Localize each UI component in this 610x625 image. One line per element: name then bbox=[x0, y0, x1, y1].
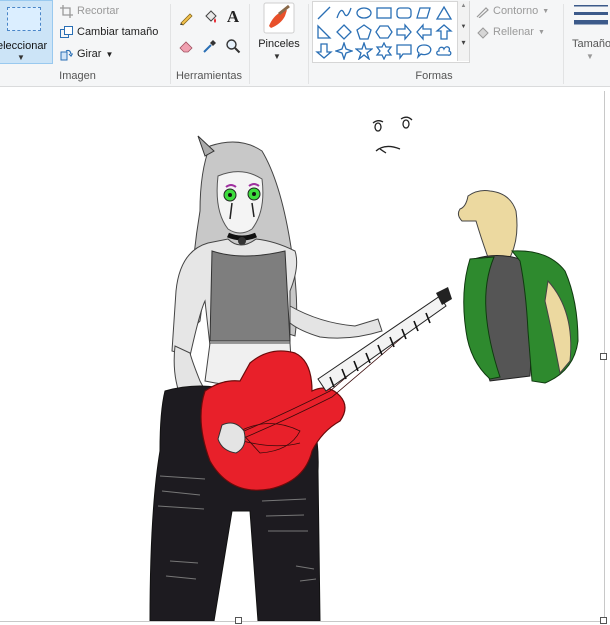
selection-icon bbox=[7, 7, 41, 31]
chevron-down-icon[interactable]: ▼ bbox=[105, 50, 113, 59]
rectangle-shape-icon[interactable] bbox=[375, 4, 393, 22]
workspace bbox=[0, 87, 610, 625]
canvas-resize-handle-right[interactable] bbox=[600, 353, 607, 360]
pencil-tool[interactable] bbox=[177, 9, 195, 27]
oval-shape-icon[interactable] bbox=[355, 4, 373, 22]
eraser-tool[interactable] bbox=[177, 37, 195, 55]
artwork-drawing bbox=[149, 116, 579, 622]
resize-label: Cambiar tamaño bbox=[77, 26, 159, 38]
shapes-scrollbar[interactable]: ▲ ▼ ▾ bbox=[457, 1, 469, 61]
size-label: Tamaño bbox=[572, 38, 610, 50]
scroll-up-icon[interactable]: ▲ bbox=[458, 3, 469, 9]
brushes-label: Pinceles bbox=[258, 38, 300, 50]
eraser-icon bbox=[179, 41, 193, 53]
magnifier-icon bbox=[226, 39, 241, 54]
line-shape-icon[interactable] bbox=[315, 4, 333, 22]
ribbon: eleccionar ▼ Recortar Cambiar tamaño Gir… bbox=[0, 0, 610, 87]
fill-button[interactable]: Rellenar ▼ bbox=[476, 23, 545, 41]
up-arrow-shape-icon[interactable] bbox=[435, 23, 453, 41]
shapes-gallery bbox=[312, 1, 470, 63]
brushes-button[interactable]: Pinceles ▼ bbox=[255, 0, 303, 64]
image-group-label: Imagen bbox=[59, 70, 96, 82]
rect-callout-shape-icon[interactable] bbox=[395, 42, 413, 60]
group-divider bbox=[170, 4, 171, 84]
left-arrow-shape-icon[interactable] bbox=[415, 23, 433, 41]
select-label: eleccionar bbox=[0, 40, 48, 52]
outline-label: Contorno bbox=[493, 5, 539, 17]
curve-shape-icon[interactable] bbox=[335, 4, 353, 22]
line-size-icon bbox=[574, 5, 608, 25]
crop-label: Recortar bbox=[77, 5, 120, 17]
tools-group-label: Herramientas bbox=[175, 70, 243, 82]
outline-button[interactable]: Contorno ▼ bbox=[476, 2, 549, 20]
down-arrow-shape-icon[interactable] bbox=[315, 42, 333, 60]
canvas-resize-handle-bottom[interactable] bbox=[235, 617, 242, 624]
rounded-rectangle-shape-icon[interactable] bbox=[395, 4, 413, 22]
triangle-shape-icon[interactable] bbox=[435, 4, 453, 22]
size-button[interactable]: Tamaño ▼ bbox=[568, 0, 610, 64]
resize-button[interactable]: Cambiar tamaño bbox=[60, 23, 158, 41]
text-tool[interactable]: A bbox=[224, 7, 242, 26]
group-divider bbox=[249, 4, 250, 84]
fill-label: Rellenar bbox=[493, 26, 534, 38]
diamond-shape-icon[interactable] bbox=[335, 23, 353, 41]
resize-icon bbox=[60, 25, 73, 38]
chevron-down-icon[interactable]: ▼ bbox=[586, 52, 594, 61]
five-point-star-shape-icon[interactable] bbox=[355, 42, 373, 60]
right-arrow-shape-icon[interactable] bbox=[395, 23, 413, 41]
group-divider bbox=[563, 4, 564, 84]
expand-gallery-icon[interactable]: ▾ bbox=[458, 38, 469, 47]
scroll-down-icon[interactable]: ▼ bbox=[458, 24, 469, 30]
crop-icon bbox=[60, 4, 73, 18]
text-icon: A bbox=[226, 7, 240, 26]
six-point-star-shape-icon[interactable] bbox=[375, 42, 393, 60]
magnifier-tool[interactable] bbox=[224, 37, 242, 55]
polygon-shape-icon[interactable] bbox=[415, 4, 433, 22]
sketch-faces bbox=[372, 116, 413, 154]
hexagon-shape-icon[interactable] bbox=[375, 23, 393, 41]
pencil-icon bbox=[180, 13, 193, 26]
chevron-down-icon[interactable]: ▼ bbox=[273, 52, 281, 61]
color-picker-tool[interactable] bbox=[201, 37, 219, 55]
crop-button[interactable]: Recortar bbox=[60, 2, 119, 20]
right-triangle-shape-icon[interactable] bbox=[315, 23, 333, 41]
fill-icon bbox=[477, 26, 489, 39]
outline-icon bbox=[476, 6, 489, 18]
rotate-icon bbox=[60, 49, 73, 60]
color-picker-icon bbox=[203, 40, 216, 53]
canvas-resize-handle-corner[interactable] bbox=[600, 617, 607, 624]
chevron-down-icon: ▼ bbox=[542, 7, 550, 15]
shapes-group-label: Formas bbox=[415, 70, 453, 82]
oval-callout-shape-icon[interactable] bbox=[415, 42, 433, 60]
rotate-label: Girar bbox=[77, 48, 102, 60]
four-point-star-shape-icon[interactable] bbox=[335, 42, 353, 60]
cloud-callout-shape-icon[interactable] bbox=[435, 42, 453, 60]
fill-bucket-icon bbox=[205, 10, 217, 23]
select-button[interactable]: eleccionar ▼ bbox=[0, 0, 53, 64]
rotate-button[interactable]: Girar ▼ bbox=[60, 45, 113, 63]
chevron-down-icon[interactable]: ▼ bbox=[17, 53, 25, 62]
fill-tool[interactable] bbox=[201, 9, 219, 27]
drawing-canvas[interactable] bbox=[0, 91, 607, 624]
brush-icon bbox=[263, 2, 295, 34]
group-divider bbox=[308, 4, 309, 84]
pentagon-shape-icon[interactable] bbox=[355, 23, 373, 41]
chevron-down-icon: ▼ bbox=[537, 28, 545, 36]
